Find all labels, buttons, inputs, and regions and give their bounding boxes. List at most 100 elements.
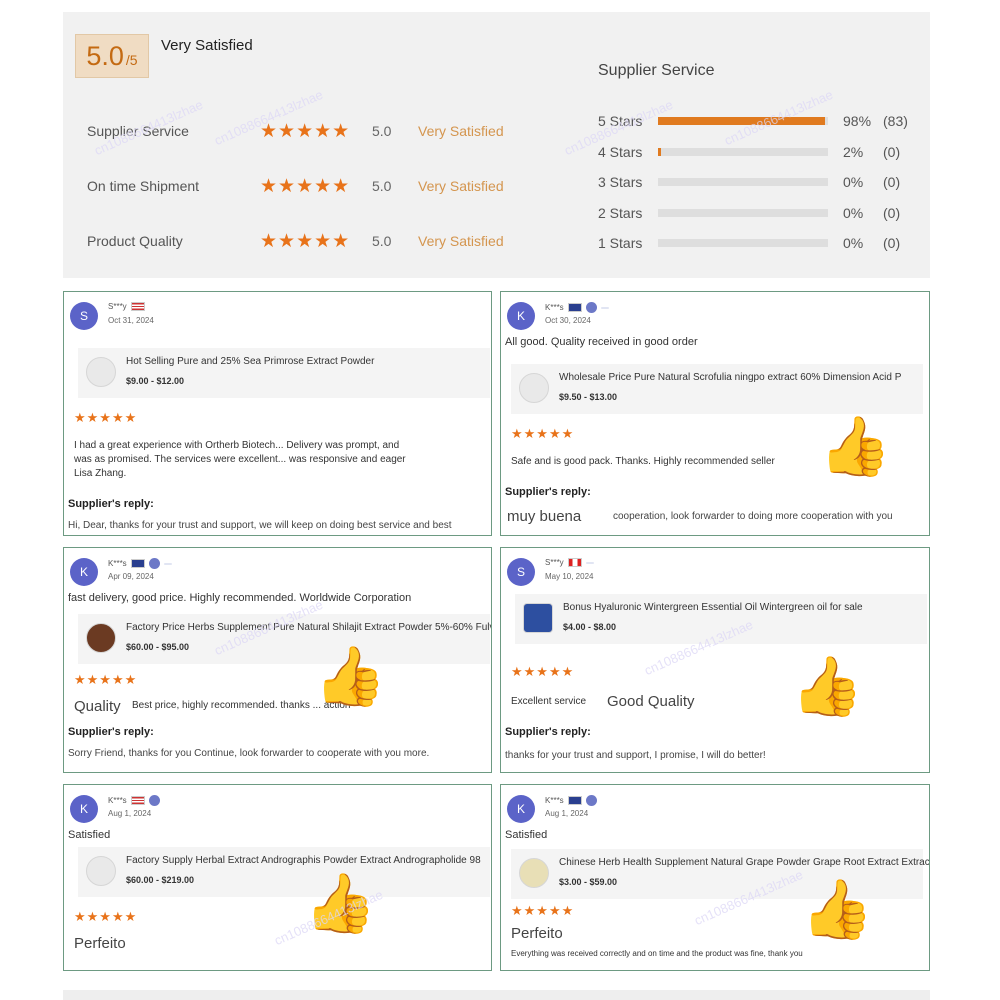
supplier-reply-lead: muy buena <box>507 508 582 525</box>
product-price: $60.00 - $95.00 <box>126 642 190 652</box>
rating-row-supplier-service: Supplier Service ★★★★★ 5.0 Very Satisfie… <box>87 120 527 142</box>
review-card: K K***s Aug 1, 2024 Satisfied Chinese He… <box>500 784 930 971</box>
distribution-bar-fill <box>658 148 662 156</box>
distribution-percent: 0% <box>843 205 864 221</box>
thumbs-up-icon: 👍 <box>304 871 377 936</box>
avatar: K <box>70 795 98 823</box>
product-name: Hot Selling Pure and 25% Sea Primrose Ex… <box>126 356 375 367</box>
overall-label: Very Satisfied <box>161 37 253 54</box>
distribution-row[interactable]: 2 Stars 0% (0) <box>598 204 900 222</box>
review-text-line3: Lisa Zhang. <box>74 468 127 479</box>
product-thumbnail <box>86 856 116 886</box>
review-card: K K***s Apr 09, 2024 fast delivery, good… <box>63 547 492 773</box>
avatar: S <box>70 302 98 330</box>
review-date: Aug 1, 2024 <box>108 809 152 818</box>
product-card[interactable]: Wholesale Price Pure Natural Scrofulia n… <box>511 364 923 414</box>
distribution-row[interactable]: 4 Stars 2% (0) <box>598 143 900 161</box>
review-date: Aug 1, 2024 <box>545 809 589 818</box>
star-rating-icon: ★★★★★ <box>260 120 351 142</box>
supplier-reply-heading: Supplier's reply: <box>68 726 154 738</box>
review-text: Excellent service <box>511 696 587 707</box>
reviewer-name: S***y <box>545 558 594 567</box>
distribution-count: (83) <box>883 113 908 129</box>
product-price: $4.00 - $8.00 <box>563 622 617 632</box>
distribution-label: 2 Stars <box>598 205 643 221</box>
distribution-row[interactable]: 5 Stars 98% (83) <box>598 112 908 130</box>
product-card[interactable]: Bonus Hyaluronic Wintergreen Essential O… <box>515 594 927 644</box>
distribution-row[interactable]: 1 Stars 0% (0) <box>598 234 900 252</box>
product-price: $9.00 - $12.00 <box>126 376 185 386</box>
product-card[interactable]: Factory Price Herbs Supplement Pure Natu… <box>78 614 491 664</box>
reviewer-name-text: K***s <box>545 796 564 805</box>
rating-row-product-quality: Product Quality ★★★★★ 5.0 Very Satisfied <box>87 230 527 252</box>
rating-value: 5.0 <box>372 178 392 194</box>
distribution-percent: 0% <box>843 174 864 190</box>
distribution-percent: 98% <box>843 113 872 129</box>
canada-flag-icon <box>567 558 582 567</box>
us-flag-icon <box>130 796 145 805</box>
distribution-bar <box>658 209 828 217</box>
review-comment: Satisfied <box>68 829 111 841</box>
distribution-count: (0) <box>883 144 901 160</box>
product-price: $60.00 - $219.00 <box>126 875 195 885</box>
supplier-reply-text: cooperation, look forwarder to doing mor… <box>613 511 893 522</box>
product-card[interactable]: Factory Supply Herbal Extract Andrograph… <box>78 847 490 897</box>
review-text: Safe and is good pack. Thanks. Highly re… <box>511 456 775 467</box>
review-card: S S***y May 10, 2024 Bonus Hyaluronic Wi… <box>500 547 930 773</box>
review-date: Oct 31, 2024 <box>108 316 154 325</box>
distribution-bar <box>658 178 828 186</box>
flag-icon <box>130 559 145 568</box>
verified-badge-icon <box>585 302 597 313</box>
supplier-reply-heading: Supplier's reply: <box>505 726 591 738</box>
rating-value: 5.0 <box>372 233 392 249</box>
supplier-reply-text: Hi, Dear, thanks for your trust and supp… <box>68 520 452 531</box>
thumbs-up-icon: 👍 <box>314 644 387 709</box>
flag-icon <box>567 303 582 312</box>
overall-score-denominator: /5 <box>125 52 138 68</box>
reviewer-name: K***s <box>545 302 609 313</box>
buyer-badge-icon <box>600 306 609 309</box>
distribution-percent: 2% <box>843 144 864 160</box>
thumbs-up-icon: 👍 <box>801 877 874 942</box>
rating-name: Supplier Service <box>87 123 189 139</box>
rating-row-on-time-shipment: On time Shipment ★★★★★ 5.0 Very Satisfie… <box>87 175 527 197</box>
distribution-percent: 0% <box>843 235 864 251</box>
review-text-line2: was as promised. The services were excel… <box>74 454 406 465</box>
review-card: K K***s Oct 30, 2024 All good. Quality r… <box>500 291 930 536</box>
reviewer-name-text: K***s <box>108 559 127 568</box>
rating-description: Very Satisfied <box>418 233 504 249</box>
buyer-badge-icon <box>163 562 172 565</box>
product-price: $3.00 - $59.00 <box>559 877 618 887</box>
review-card: K K***s Aug 1, 2024 Satisfied Factory Su… <box>63 784 492 971</box>
review-text: I had a great experience with Ortherb Bi… <box>74 440 400 451</box>
distribution-bar <box>658 117 828 125</box>
distribution-count: (0) <box>883 235 901 251</box>
product-card[interactable]: Hot Selling Pure and 25% Sea Primrose Ex… <box>78 348 490 398</box>
star-rating-icon: ★★★★★ <box>260 230 351 252</box>
avatar: K <box>507 302 535 330</box>
product-price: $9.50 - $13.00 <box>559 392 618 402</box>
review-headline: Good Quality <box>607 693 695 710</box>
supplier-reply-text: Sorry Friend, thanks for you Continue, l… <box>68 748 430 759</box>
avatar: K <box>70 558 98 586</box>
product-name: Chinese Herb Health Supplement Natural G… <box>559 857 930 868</box>
flag-icon <box>567 796 582 805</box>
reviewer-name-text: S***y <box>108 302 127 311</box>
star-rating-icon: ★★★★★ <box>511 426 575 441</box>
review-text: Everything was received correctly and on… <box>511 949 803 958</box>
reviewer-name: K***s <box>108 558 172 569</box>
distribution-row[interactable]: 3 Stars 0% (0) <box>598 173 900 191</box>
product-thumbnail <box>523 603 553 633</box>
verified-badge-icon <box>585 795 597 806</box>
rating-description: Very Satisfied <box>418 178 504 194</box>
reviewer-name: S***y <box>108 302 145 311</box>
distribution-bar <box>658 148 828 156</box>
distribution-label: 4 Stars <box>598 144 643 160</box>
review-headline: Quality <box>74 698 121 715</box>
reviewer-name-text: K***s <box>108 796 127 805</box>
us-flag-icon <box>130 302 145 311</box>
distribution-label: 1 Stars <box>598 235 643 251</box>
distribution-label: 3 Stars <box>598 174 643 190</box>
product-thumbnail <box>86 357 116 387</box>
product-name: Factory Supply Herbal Extract Andrograph… <box>126 855 481 866</box>
